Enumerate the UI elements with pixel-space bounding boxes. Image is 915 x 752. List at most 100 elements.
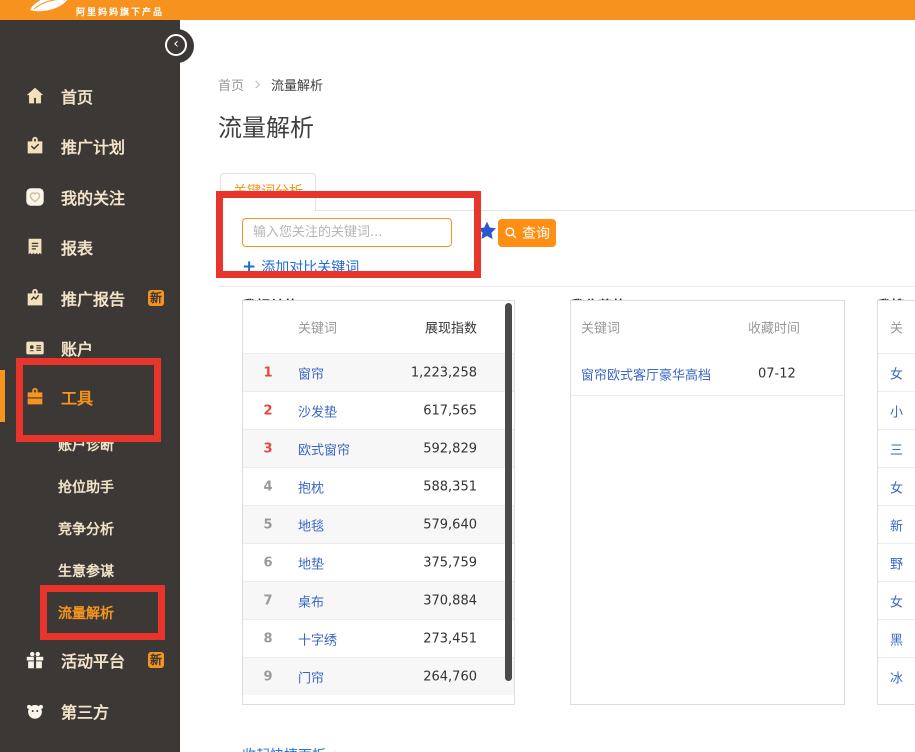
sidebar-item-reports[interactable]: 报表: [24, 234, 93, 260]
table-row: 冰: [878, 657, 915, 695]
keyword-link[interactable]: 冰: [890, 667, 903, 686]
keyword-link[interactable]: 桌布: [298, 591, 324, 610]
table-header: 关键词 收藏时间: [571, 301, 844, 353]
breadcrumb: 首页 流量解析: [218, 75, 323, 94]
collapse-panel-link[interactable]: 收起快捷面板 ∧: [242, 745, 341, 752]
keyword-link[interactable]: 十字绣: [298, 629, 337, 648]
sidebar-item-label: 抢位助手: [58, 477, 114, 497]
index-value: 592,829: [423, 441, 477, 456]
keyword-link[interactable]: 女: [890, 363, 903, 382]
sidebar-item-label: 活动平台: [61, 648, 125, 672]
table-row: 2 沙发垫 617,565: [243, 391, 514, 429]
keyword-link[interactable]: 小: [890, 401, 903, 420]
search-icon: [504, 226, 518, 240]
tab-keyword-analysis[interactable]: 关键词分析: [220, 173, 316, 211]
table-row: 3 欧式窗帘 592,829: [243, 429, 514, 467]
keyword-link[interactable]: 地毯: [298, 515, 324, 534]
sidebar-item-label: 账户诊断: [58, 435, 114, 455]
table-header: 关键词 展现指数: [243, 301, 514, 353]
keyword-link[interactable]: 地垫: [298, 553, 324, 572]
sidebar-collapse-button[interactable]: ‹: [165, 34, 187, 56]
keyword-link[interactable]: 欧式窗帘: [298, 439, 350, 458]
rank: 4: [255, 479, 281, 494]
sidebar-item-tools[interactable]: 工具: [24, 384, 93, 410]
query-button[interactable]: 查询: [498, 219, 556, 247]
keyword-link[interactable]: 窗帘欧式客厅豪华高档: [581, 365, 711, 384]
sidebar: ‹ 首页 推广计划 我的关注 报表 推广报告 新 账户: [0, 20, 180, 752]
table-row: 9 门帘 264,760: [243, 657, 514, 695]
sidebar-item-business-advisor[interactable]: 生意参谋: [58, 558, 114, 584]
keyword-link[interactable]: 女: [890, 477, 903, 496]
sidebar-item-label: 我的关注: [61, 185, 125, 209]
column-header-keyword: 关键词: [581, 318, 620, 337]
column-header-time: 收藏时间: [748, 318, 800, 337]
keyword-link[interactable]: 新: [890, 515, 903, 534]
table-row: 女: [878, 467, 915, 505]
table-scrollbar[interactable]: [505, 303, 512, 681]
add-compare-keyword-link[interactable]: + 添加对比关键词: [242, 257, 359, 277]
breadcrumb-home-link[interactable]: 首页: [218, 75, 244, 94]
keyword-link[interactable]: 女: [890, 591, 903, 610]
favorite-star-icon[interactable]: [476, 220, 498, 242]
new-badge: 新: [148, 652, 164, 668]
briefcase-report-icon: [24, 287, 46, 309]
rank: 1: [255, 365, 281, 380]
keyword-link[interactable]: 三: [890, 439, 903, 458]
index-value: 375,759: [423, 555, 477, 570]
keyword-link[interactable]: 窗帘: [298, 363, 324, 382]
rank: 8: [255, 631, 281, 646]
sidebar-item-account-diagnosis[interactable]: 账户诊断: [58, 432, 114, 458]
sidebar-item-label: 流量解析: [58, 603, 114, 623]
add-compare-label: 添加对比关键词: [261, 257, 359, 277]
sidebar-item-label: 推广计划: [61, 134, 125, 158]
table-row: 8 十字绣 273,451: [243, 619, 514, 657]
table-row: 新: [878, 505, 915, 543]
sidebar-item-competition-analysis[interactable]: 竞争分析: [58, 516, 114, 542]
alimama-logo-icon: [28, 0, 70, 20]
index-value: 264,760: [423, 669, 477, 684]
sidebar-item-label: 生意参谋: [58, 561, 114, 581]
report-icon: [24, 236, 46, 258]
table-row: 三: [878, 429, 915, 467]
column-header-index: 展现指数: [425, 318, 477, 337]
sidebar-item-traffic-analysis[interactable]: 流量解析: [58, 600, 114, 626]
sidebar-item-my-follows[interactable]: 我的关注: [24, 184, 125, 210]
sidebar-item-home[interactable]: 首页: [24, 83, 93, 109]
id-card-icon: [24, 337, 46, 359]
query-button-label: 查询: [522, 223, 550, 243]
gift-icon: [24, 649, 46, 671]
table-header: 关: [878, 301, 915, 353]
index-value: 579,640: [423, 517, 477, 532]
active-item-indicator: [0, 370, 5, 422]
table-row: 6 地垫 375,759: [243, 543, 514, 581]
sidebar-item-label: 报表: [61, 235, 93, 259]
sidebar-item-promotion-report[interactable]: 推广报告 新: [24, 285, 164, 311]
column-header-keyword: 关键词: [298, 318, 337, 337]
keyword-link[interactable]: 沙发垫: [298, 401, 337, 420]
index-value: 273,451: [423, 631, 477, 646]
rank: 7: [255, 593, 281, 608]
toolbox-icon: [24, 386, 46, 408]
sidebar-item-account[interactable]: 账户: [24, 335, 93, 361]
index-value: 370,884: [423, 593, 477, 608]
sidebar-item-third-party[interactable]: 第三方: [24, 698, 109, 724]
brand-caption: 阿里妈妈旗下产品: [76, 5, 164, 18]
searched-keywords-table: 关 女 小 三 女 新 野 女 黑 冰: [877, 300, 915, 705]
table-row: 女: [878, 581, 915, 619]
sidebar-item-label: 首页: [61, 84, 93, 108]
rank: 3: [255, 441, 281, 456]
sidebar-item-activity-platform[interactable]: 活动平台 新: [24, 647, 164, 673]
sidebar-item-promotion-plan[interactable]: 推广计划: [24, 133, 125, 159]
sidebar-item-rank-assistant[interactable]: 抢位助手: [58, 474, 114, 500]
keyword-search-input[interactable]: [242, 218, 452, 247]
plus-icon: +: [242, 260, 256, 274]
index-value: 1,223,258: [411, 365, 477, 380]
keyword-link[interactable]: 门帘: [298, 667, 324, 686]
sidebar-item-label: 竞争分析: [58, 519, 114, 539]
keyword-link[interactable]: 抱枕: [298, 477, 324, 496]
keyword-link[interactable]: 黑: [890, 629, 903, 648]
top-brand-bar: 阿里妈妈旗下产品: [0, 0, 915, 20]
keyword-link[interactable]: 野: [890, 553, 903, 572]
sidebar-item-label: 推广报告: [61, 286, 125, 310]
table-row: 窗帘欧式客厅豪华高档 07-12: [571, 353, 844, 396]
